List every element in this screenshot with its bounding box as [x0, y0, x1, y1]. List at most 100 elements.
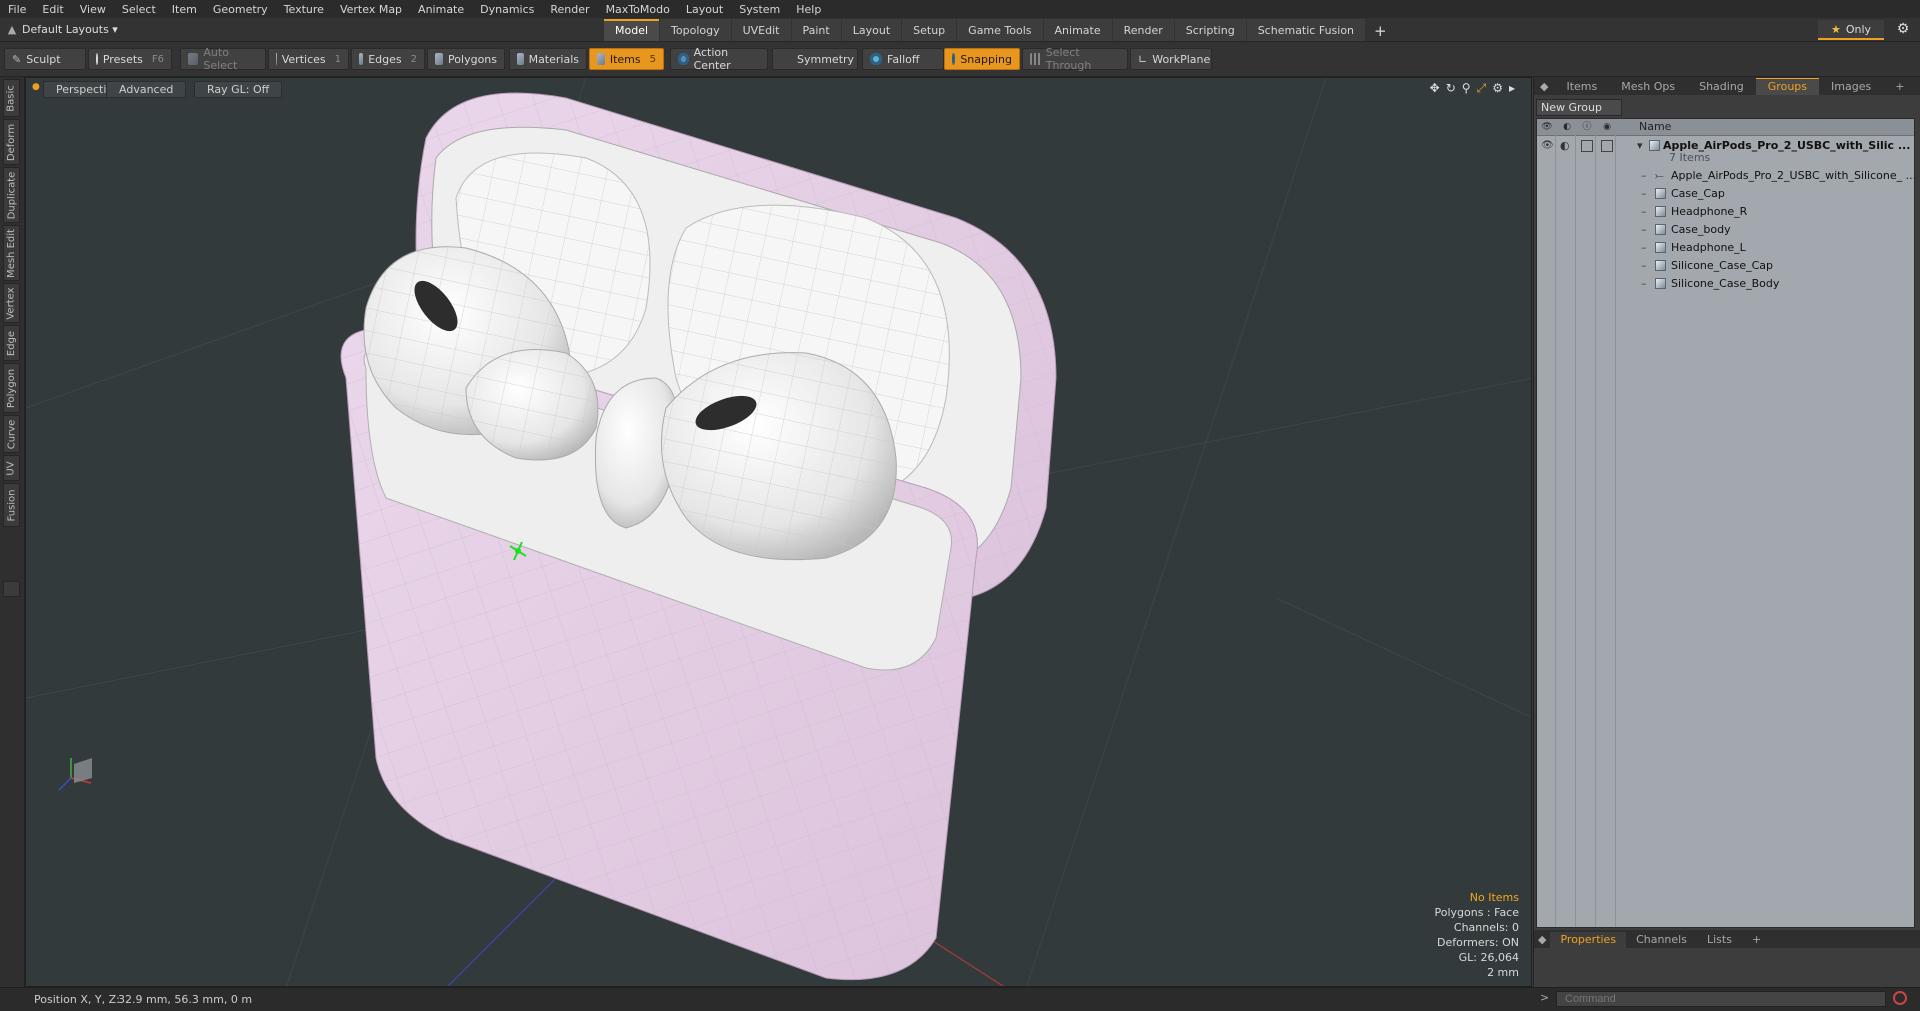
select-col-icon[interactable]: ◉ — [1601, 121, 1613, 133]
tab-scripting[interactable]: Scripting — [1174, 19, 1246, 41]
auto-select-button[interactable]: Auto Select — [180, 46, 266, 72]
tab-topology[interactable]: Topology — [660, 19, 731, 41]
tree-row-item[interactable]: – Silicone_Case_Body — [1537, 275, 1914, 293]
render-col-icon[interactable]: ◐ — [1561, 121, 1573, 133]
tab-deform[interactable]: Deform — [3, 119, 20, 165]
tab-model[interactable]: Model — [604, 19, 660, 41]
add-panel-tab-button[interactable]: + — [1883, 79, 1916, 95]
tab-curve[interactable]: Curve — [3, 415, 20, 453]
edges-button[interactable]: Edges 2 — [351, 48, 425, 70]
palette-toggle[interactable] — [3, 581, 20, 597]
presets-button[interactable]: Presets F6 — [88, 48, 172, 70]
collapse-icon[interactable]: ▲ — [2, 23, 22, 36]
tab-vertex[interactable]: Vertex — [3, 283, 20, 323]
tab-shading[interactable]: Shading — [1687, 79, 1756, 95]
tab-paint[interactable]: Paint — [791, 19, 841, 41]
add-properties-tab-button[interactable]: + — [1742, 932, 1771, 948]
menu-help[interactable]: Help — [788, 3, 829, 16]
pan-icon[interactable]: ✥ — [1430, 81, 1440, 96]
viewport-nav-icons: ✥ ↻ ⚲ ⤢ ⚙ ▸ — [1430, 81, 1515, 96]
tab-mesh-edit[interactable]: Mesh Edit — [3, 225, 20, 281]
falloff-button[interactable]: Falloff — [862, 48, 944, 70]
tree-row-item[interactable]: – Silicone_Case_Cap — [1537, 257, 1914, 275]
polygons-button[interactable]: Polygons — [427, 48, 505, 70]
tree-row-item[interactable]: – Headphone_R — [1537, 203, 1914, 221]
groups-tree[interactable]: 👁 ◐ ⓘ ◉ Name 👁 ◐ ▾ Apple_AirPods_Pro_2_U… — [1536, 118, 1915, 928]
tree-row-item[interactable]: – Case_body — [1537, 221, 1914, 239]
presets-label: Presets — [102, 52, 143, 66]
command-input[interactable] — [1556, 991, 1886, 1007]
menu-texture[interactable]: Texture — [276, 3, 332, 16]
symmetry-button[interactable]: Symmetry — [772, 48, 858, 70]
tree-header: 👁 ◐ ⓘ ◉ Name — [1537, 119, 1914, 136]
gear-icon[interactable]: ⚙ — [1893, 20, 1913, 38]
tab-game-tools[interactable]: Game Tools — [957, 19, 1043, 41]
tab-fusion[interactable]: Fusion — [3, 483, 20, 527]
menu-animate[interactable]: Animate — [410, 3, 472, 16]
raygl-button[interactable]: Ray GL: Off — [194, 81, 283, 98]
menu-dynamics[interactable]: Dynamics — [472, 3, 542, 16]
menu-layout[interactable]: Layout — [678, 3, 731, 16]
menu-geometry[interactable]: Geometry — [205, 3, 276, 16]
tab-setup[interactable]: Setup — [902, 19, 957, 41]
right-panel: ◆ Items Mesh Ops Shading Groups Images +… — [1533, 77, 1920, 987]
tab-render[interactable]: Render — [1112, 19, 1174, 41]
fit-icon[interactable]: ⤢ — [1477, 81, 1487, 96]
tree-row-item[interactable]: – Case_Cap — [1537, 185, 1914, 203]
tab-groups[interactable]: Groups — [1755, 78, 1820, 95]
zoom-icon[interactable]: ⚲ — [1462, 81, 1471, 96]
tab-edge[interactable]: Edge — [3, 325, 20, 361]
tab-mesh-ops[interactable]: Mesh Ops — [1609, 79, 1687, 95]
menu-file[interactable]: File — [0, 3, 34, 16]
menu-view[interactable]: View — [72, 3, 114, 16]
select-through-button[interactable]: Select Through — [1022, 46, 1128, 72]
menu-system[interactable]: System — [731, 3, 788, 16]
visibility-col-icon[interactable]: 👁 — [1541, 121, 1553, 133]
workplane-button[interactable]: ∟ WorkPlane — [1130, 48, 1212, 70]
menu-vertex-map[interactable]: Vertex Map — [332, 3, 410, 16]
viewport-menu-icon[interactable]: ● — [32, 82, 40, 92]
snapping-icon — [952, 53, 956, 65]
tab-layout[interactable]: Layout — [841, 19, 902, 41]
tab-items[interactable]: Items — [1554, 79, 1609, 95]
expand-arrow-icon[interactable]: ▸ — [1509, 81, 1515, 96]
viewport-scene[interactable] — [26, 78, 1532, 987]
tab-basic[interactable]: Basic — [3, 79, 20, 117]
tab-uv[interactable]: UV — [3, 455, 20, 481]
tab-lists[interactable]: Lists — [1697, 932, 1742, 948]
new-group-button[interactable]: New Group — [1536, 99, 1622, 116]
menu-maxtomodo[interactable]: MaxToModo — [598, 3, 678, 16]
rotate-icon[interactable]: ↻ — [1446, 81, 1456, 96]
menu-select[interactable]: Select — [114, 3, 164, 16]
action-center-button[interactable]: Action Center — [670, 46, 768, 72]
snapping-button[interactable]: Snapping — [944, 48, 1020, 70]
menu-render[interactable]: Render — [542, 3, 597, 16]
menu-item[interactable]: Item — [164, 3, 205, 16]
record-icon[interactable] — [1893, 991, 1907, 1005]
layout-selector[interactable]: ▲ Default Layouts ▾ — [2, 20, 152, 38]
add-tab-button[interactable]: + — [1366, 19, 1395, 41]
sculpt-button[interactable]: ✎ Sculpt — [4, 48, 86, 70]
tab-properties[interactable]: Properties — [1550, 932, 1627, 948]
materials-button[interactable]: Materials — [509, 48, 587, 70]
name-column-header[interactable]: Name — [1639, 120, 1671, 133]
tab-images[interactable]: Images — [1819, 79, 1883, 95]
tree-row-item[interactable]: – Headphone_L — [1537, 239, 1914, 257]
only-button[interactable]: ★ Only — [1818, 20, 1884, 40]
items-button[interactable]: Items 5 — [589, 48, 664, 70]
menu-edit[interactable]: Edit — [34, 3, 71, 16]
viewport-settings-icon[interactable]: ⚙ — [1492, 81, 1503, 96]
tab-channels[interactable]: Channels — [1626, 932, 1697, 948]
lock-col-icon[interactable]: ⓘ — [1581, 121, 1593, 133]
panel-menu-icon[interactable]: ◆ — [1534, 932, 1550, 948]
advanced-button[interactable]: Advanced — [106, 81, 187, 98]
tab-schematic-fusion[interactable]: Schematic Fusion — [1246, 19, 1366, 41]
3d-viewport[interactable]: ● Perspective Advanced Ray GL: Off ✥ ↻ ⚲… — [25, 77, 1532, 987]
vertices-button[interactable]: Vertices 1 — [268, 48, 349, 70]
panel-menu-icon[interactable]: ◆ — [1534, 79, 1554, 95]
tab-uvedit[interactable]: UVEdit — [731, 19, 791, 41]
tab-polygon[interactable]: Polygon — [3, 363, 20, 413]
tab-duplicate[interactable]: Duplicate — [3, 167, 20, 223]
tree-row-item[interactable]: – ⤚ Apple_AirPods_Pro_2_USBC_with_Silico… — [1537, 167, 1914, 185]
tab-animate[interactable]: Animate — [1043, 19, 1112, 41]
